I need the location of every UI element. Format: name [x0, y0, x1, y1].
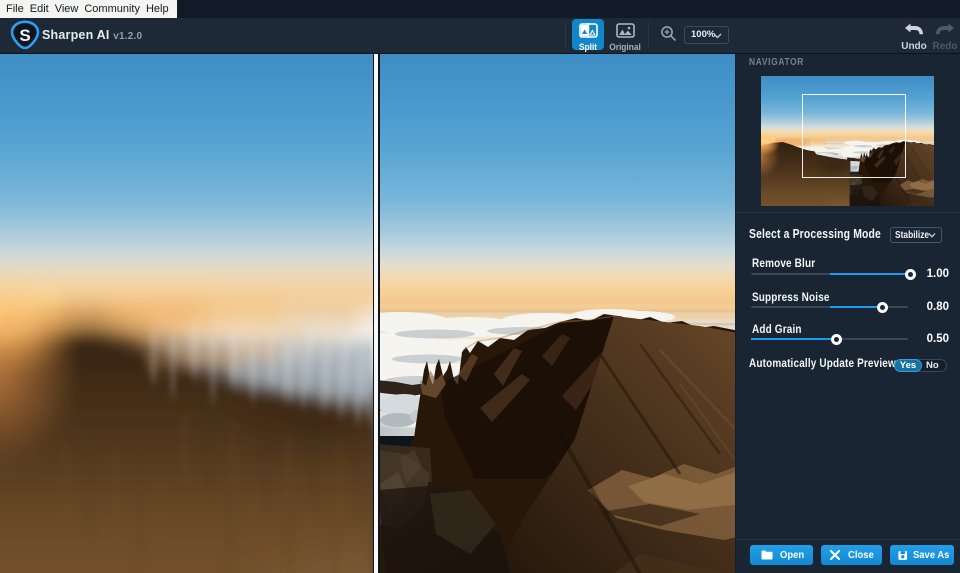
svg-text:S: S [19, 26, 30, 45]
